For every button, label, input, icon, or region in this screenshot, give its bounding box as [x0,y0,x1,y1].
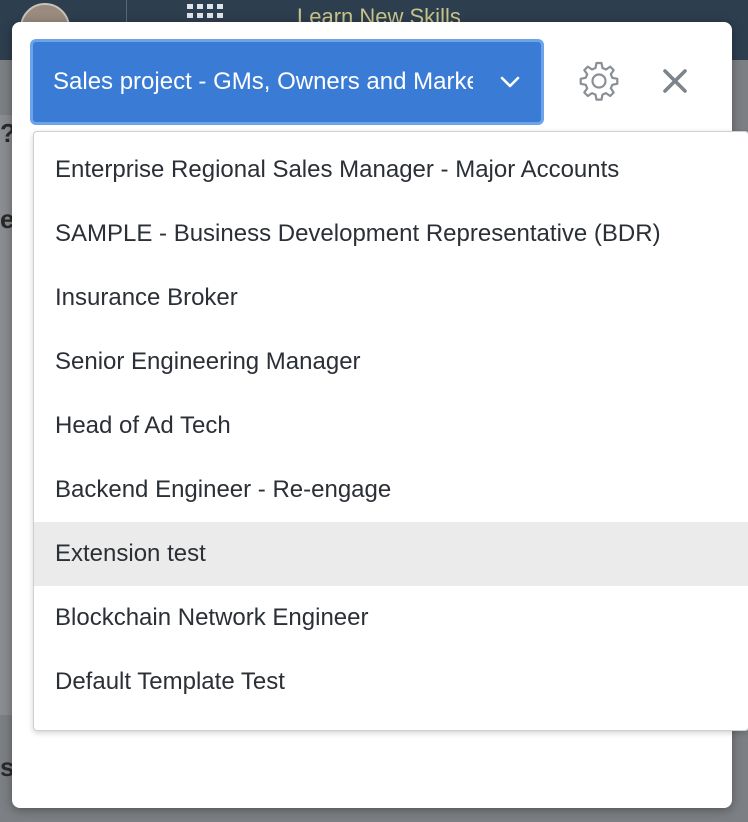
close-icon[interactable] [660,66,690,96]
selected-template-label: Sales project - GMs, Owners and Marketin… [53,68,473,95]
dropdown-option[interactable]: Default Template Test [34,650,748,714]
dropdown-option[interactable]: Insurance Broker [34,266,748,330]
dropdown-option[interactable]: Blockchain Network Engineer [34,586,748,650]
dropdown-option[interactable]: Senior Engineering Manager [34,330,748,394]
template-select-button[interactable]: Sales project - GMs, Owners and Marketin… [30,39,544,125]
dropdown-option[interactable]: Head of Ad Tech [34,394,748,458]
gear-icon[interactable] [578,60,620,102]
template-dropdown-menu: Enterprise Regional Sales Manager - Majo… [33,131,748,731]
chevron-down-icon [500,76,520,88]
apps-grid-icon[interactable] [187,4,227,18]
dropdown-option[interactable]: SAMPLE - Business Development Representa… [34,202,748,266]
dropdown-option[interactable]: Extension test [34,522,748,586]
dropdown-option[interactable]: Enterprise Regional Sales Manager - Majo… [34,138,748,202]
dropdown-option[interactable]: Backend Engineer - Re-engage [34,458,748,522]
